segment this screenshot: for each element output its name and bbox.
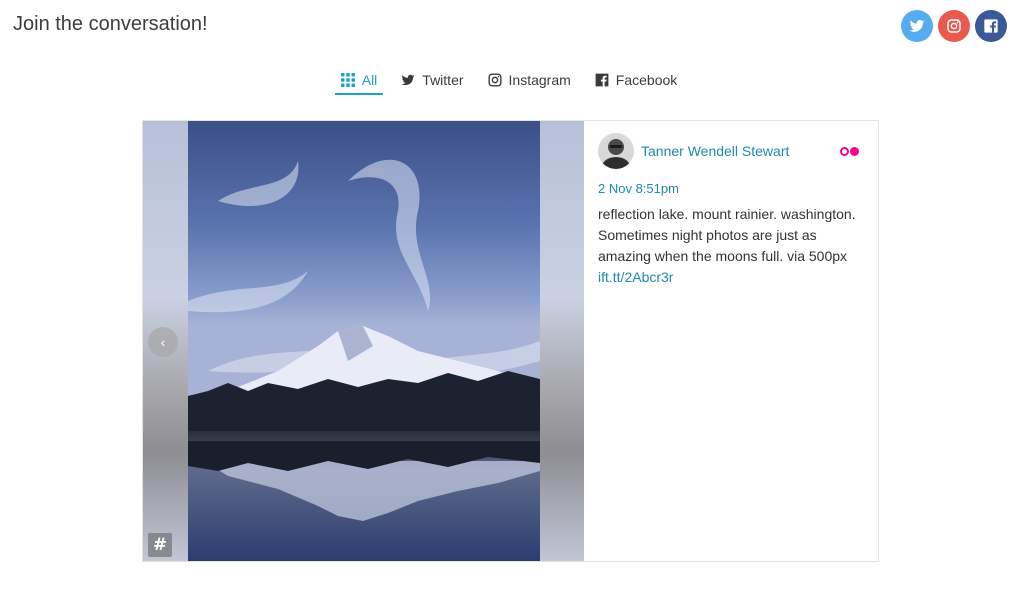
tab-instagram[interactable]: Instagram: [482, 66, 577, 95]
hashtag-icon[interactable]: #: [148, 533, 172, 557]
post-author[interactable]: Tanner Wendell Stewart: [641, 143, 789, 159]
facebook-icon: [595, 73, 609, 86]
grid-icon: [340, 72, 355, 87]
twitter-button[interactable]: [901, 10, 933, 42]
tab-twitter[interactable]: Twitter: [395, 66, 469, 95]
tab-all[interactable]: All: [334, 66, 384, 95]
page-title: Join the conversation!: [13, 13, 208, 35]
instagram-icon: [487, 72, 502, 87]
tab-facebook[interactable]: Facebook: [589, 66, 683, 95]
post-body: reflection lake. mount rainier. washingt…: [598, 206, 856, 264]
facebook-icon: [984, 19, 998, 33]
post-photo[interactable]: [188, 121, 540, 562]
twitter-icon: [401, 74, 415, 85]
post-details: Tanner Wendell Stewart 2 Nov 8:51pm refl…: [598, 133, 868, 288]
instagram-button[interactable]: [938, 10, 970, 42]
avatar[interactable]: [598, 133, 634, 169]
social-links: [901, 10, 1007, 42]
post-author-row: Tanner Wendell Stewart: [598, 133, 868, 169]
post-card: ‹ › # Tanner Wendell Stewart 2 Nov 8:51p…: [142, 120, 879, 562]
prev-button[interactable]: ‹: [148, 327, 178, 357]
post-date[interactable]: 2 Nov 8:51pm: [598, 181, 868, 196]
facebook-button[interactable]: [975, 10, 1007, 42]
twitter-icon: [909, 20, 925, 32]
filter-tabs: All Twitter Instagram Facebook: [0, 66, 1018, 95]
tab-label: All: [361, 71, 378, 88]
instagram-icon: [947, 19, 961, 33]
post-media: ‹ › #: [143, 121, 584, 562]
post-link[interactable]: ift.tt/2Abcr3r: [598, 269, 673, 285]
tab-label: Facebook: [615, 71, 678, 88]
post-text: reflection lake. mount rainier. washingt…: [598, 204, 868, 288]
tab-label: Instagram: [508, 71, 571, 88]
flickr-icon: [840, 146, 859, 156]
tab-label: Twitter: [422, 71, 464, 88]
